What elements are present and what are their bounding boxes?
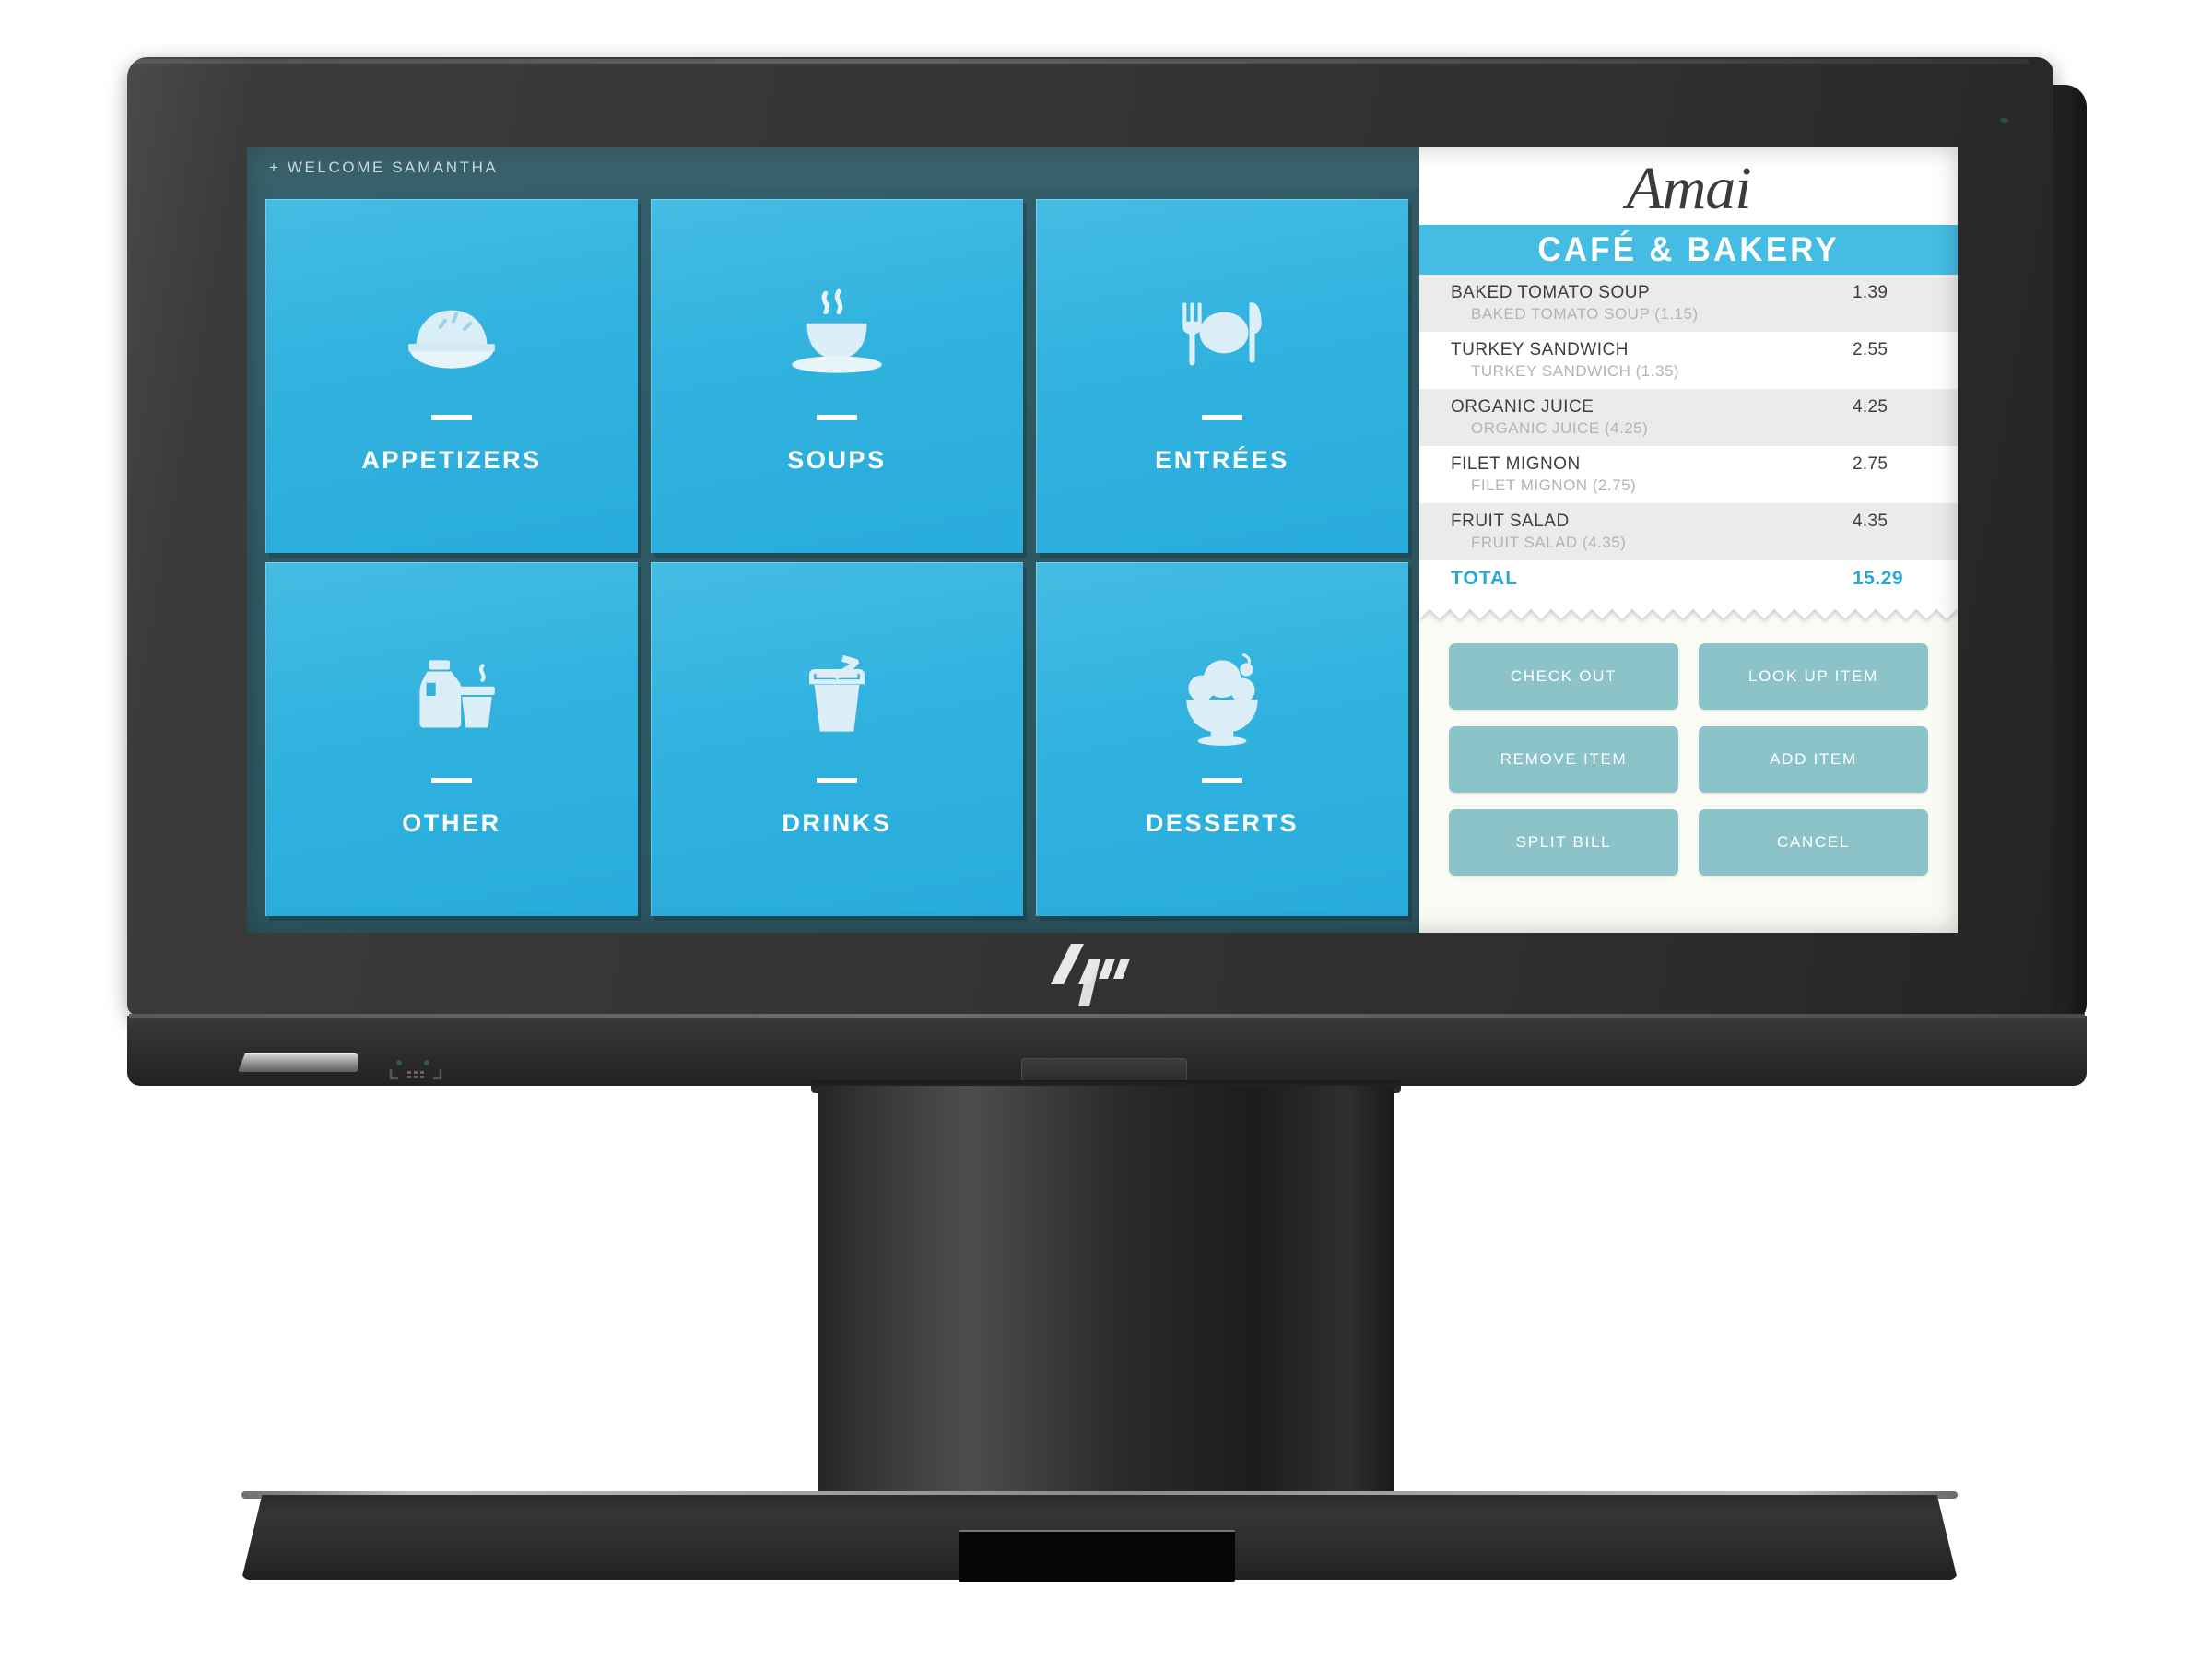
- category-label: DRINKS: [782, 808, 892, 837]
- category-tile-drinks[interactable]: DRINKS: [651, 562, 1023, 916]
- receipt-item-row[interactable]: BAKED TOMATO SOUP 1.39 BAKED TOMATO SOUP…: [1419, 275, 1958, 332]
- item-name: ORGANIC JUICE: [1451, 397, 1594, 417]
- cancel-button[interactable]: CANCEL: [1699, 809, 1928, 876]
- item-subline: BAKED TOMATO SOUP (1.15): [1471, 305, 1699, 323]
- tile-divider: [431, 777, 472, 783]
- check-out-button[interactable]: CHECK OUT: [1449, 643, 1678, 710]
- fork-plate-knife-icon: [1166, 278, 1278, 391]
- category-tile-other[interactable]: OTHER: [265, 562, 638, 916]
- item-subline: FILET MIGNON (2.75): [1471, 477, 1637, 494]
- receipt-item-row[interactable]: FRUIT SALAD 4.35 FRUIT SALAD (4.35): [1419, 503, 1958, 560]
- brand-subtitle-text: CAFÉ & BAKERY: [1537, 230, 1840, 268]
- receipt-item-list: BAKED TOMATO SOUP 1.39 BAKED TOMATO SOUP…: [1419, 275, 1958, 599]
- category-label: OTHER: [402, 808, 501, 837]
- soup-cup-icon: [781, 278, 893, 391]
- add-item-button[interactable]: ADD ITEM: [1699, 726, 1928, 793]
- item-subline: TURKEY SANDWICH (1.35): [1471, 362, 1680, 380]
- welcome-bar[interactable]: + WELCOME SAMANTHA: [247, 147, 1419, 188]
- category-label: DESSERTS: [1145, 808, 1300, 837]
- total-label: TOTAL: [1451, 568, 1519, 589]
- item-subline: ORGANIC JUICE (4.25): [1471, 419, 1649, 437]
- split-bill-button[interactable]: SPLIT BILL: [1449, 809, 1678, 876]
- category-label: APPETIZERS: [361, 445, 542, 474]
- receipt-torn-edge: [1419, 599, 1958, 619]
- item-name: BAKED TOMATO SOUP: [1451, 283, 1651, 302]
- ice-cream-sundae-icon: [1166, 641, 1278, 754]
- milk-jug-coffee-cup-icon: [395, 641, 508, 754]
- tile-divider: [1202, 777, 1242, 783]
- receipt-item-row[interactable]: FILET MIGNON 2.75 FILET MIGNON (2.75): [1419, 446, 1958, 503]
- total-value: 15.29: [1853, 568, 1904, 589]
- screenshot-root: + WELCOME SAMANTHA APPETIZERS SOUPS ENTR…: [0, 0, 2212, 1659]
- receipt-total-row: TOTAL 15.29: [1419, 560, 1958, 599]
- card-reader-slot[interactable]: [238, 1053, 358, 1072]
- category-tile-desserts[interactable]: DESSERTS: [1036, 562, 1408, 916]
- tile-divider: [817, 777, 857, 783]
- category-panel: + WELCOME SAMANTHA APPETIZERS SOUPS ENTR…: [247, 147, 1419, 933]
- item-price: 4.25: [1853, 397, 1888, 417]
- bezel-highlight: [131, 59, 2030, 64]
- item-name: FILET MIGNON: [1451, 454, 1581, 474]
- stand-column: [818, 1086, 1394, 1500]
- item-price: 2.75: [1853, 454, 1888, 474]
- pos-screen: + WELCOME SAMANTHA APPETIZERS SOUPS ENTR…: [247, 147, 1958, 933]
- item-name: TURKEY SANDWICH: [1451, 340, 1629, 359]
- item-price: 4.35: [1853, 512, 1888, 531]
- nfc-contactless-icon: [383, 1058, 448, 1084]
- item-price: 2.55: [1853, 340, 1888, 359]
- brand-logo: Amai: [1419, 147, 1958, 225]
- category-label: ENTRÉES: [1155, 445, 1289, 474]
- pie-dish-icon: [395, 278, 508, 391]
- receipt-panel: Amai CAFÉ & BAKERY BAKED TOMATO SOUP 1.3…: [1419, 147, 1958, 933]
- category-label: SOUPS: [787, 445, 887, 474]
- category-tile-appetizers[interactable]: APPETIZERS: [265, 199, 638, 553]
- hp-logo: [1049, 938, 1158, 1008]
- tile-divider: [1202, 414, 1242, 420]
- glass-straw-icon: [781, 641, 893, 754]
- stand-base-notch: [959, 1530, 1235, 1582]
- category-tile-grid: APPETIZERS SOUPS ENTRÉES OTHER DRINKS DE…: [265, 199, 1408, 916]
- camera-indicator-icon: [2000, 118, 2008, 123]
- chin-top-highlight: [129, 1014, 2085, 1018]
- brand-subtitle-band: CAFÉ & BAKERY: [1419, 225, 1958, 275]
- action-button-grid: CHECK OUT LOOK UP ITEM REMOVE ITEM ADD I…: [1419, 619, 1958, 933]
- tile-divider: [817, 414, 857, 420]
- item-price: 1.39: [1853, 283, 1888, 302]
- item-name: FRUIT SALAD: [1451, 512, 1570, 531]
- look-up-item-button[interactable]: LOOK UP ITEM: [1699, 643, 1928, 710]
- brand-script-text: Amai: [1626, 155, 1751, 222]
- receipt-item-row[interactable]: ORGANIC JUICE 4.25 ORGANIC JUICE (4.25): [1419, 389, 1958, 446]
- tile-divider: [431, 414, 472, 420]
- category-tile-entrees[interactable]: ENTRÉES: [1036, 199, 1408, 553]
- category-tile-soups[interactable]: SOUPS: [651, 199, 1023, 553]
- receipt-item-row[interactable]: TURKEY SANDWICH 2.55 TURKEY SANDWICH (1.…: [1419, 332, 1958, 389]
- item-subline: FRUIT SALAD (4.35): [1471, 534, 1627, 551]
- welcome-label: + WELCOME SAMANTHA: [269, 159, 499, 176]
- remove-item-button[interactable]: REMOVE ITEM: [1449, 726, 1678, 793]
